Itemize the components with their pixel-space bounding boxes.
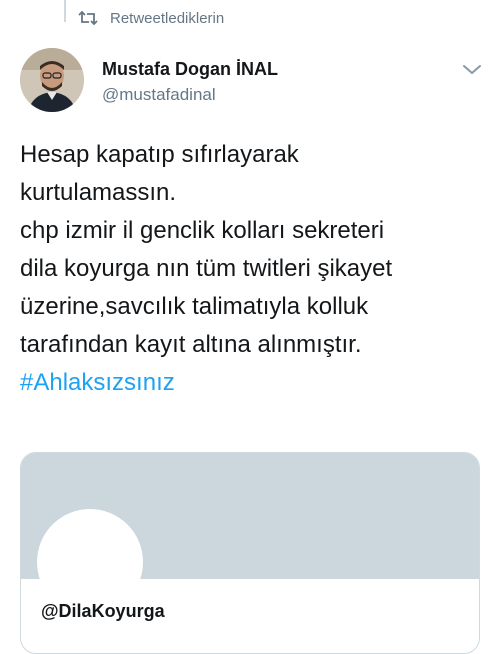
- profile-card-handle[interactable]: @DilaKoyurga: [41, 601, 165, 622]
- chevron-down-icon[interactable]: [460, 62, 484, 78]
- retweet-icon: [78, 10, 98, 26]
- tweet-line: üzerine,savcılık talimatıyla kolluk: [20, 293, 369, 320]
- tweet-line: Hesap kapatıp sıfırlayarak: [20, 141, 299, 168]
- retweet-context[interactable]: Retweetlediklerin: [78, 8, 224, 28]
- hashtag-link[interactable]: #Ahlaksızsınız: [20, 364, 490, 402]
- tweet-line: tarafından kayıt altına alınmıştır.: [20, 331, 362, 358]
- author-display-name[interactable]: Mustafa Dogan İNAL: [102, 58, 278, 80]
- author-handle[interactable]: @mustafadinal: [102, 84, 278, 106]
- tweet-text: Hesap kapatıp sıfırlayarak kurtulamassın…: [20, 136, 490, 402]
- tweet-line: kurtulamassın.: [20, 179, 177, 206]
- avatar[interactable]: [20, 48, 84, 112]
- profile-card[interactable]: @DilaKoyurga: [20, 452, 480, 654]
- retweet-label: Retweetlediklerin: [110, 9, 225, 27]
- profile-card-avatar[interactable]: [37, 509, 143, 615]
- author-name-block[interactable]: Mustafa Dogan İNAL @mustafadinal: [102, 58, 278, 106]
- tweet-line: chp izmir il genclik kolları sekreteri: [20, 217, 385, 244]
- thread-connector-line: [64, 0, 66, 22]
- tweet-line: dila koyurga nın tüm twitleri şikayet: [20, 255, 393, 282]
